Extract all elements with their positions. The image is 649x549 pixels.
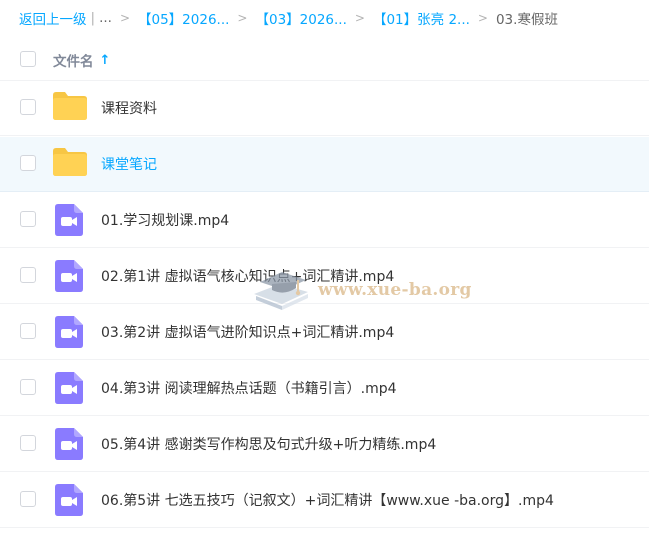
file-row[interactable]: 04.第3讲 阅读理解热点话题（书籍引言）.mp4: [0, 361, 649, 416]
file-name[interactable]: 01.学习规划课.mp4: [101, 210, 229, 230]
file-row[interactable]: 03.第2讲 虚拟语气进阶知识点+词汇精讲.mp4: [0, 305, 649, 360]
filename-column-header[interactable]: 文件名 ↑: [53, 50, 111, 71]
breadcrumb-item[interactable]: 【05】2026...: [138, 8, 229, 28]
file-name[interactable]: 04.第3讲 阅读理解热点话题（书籍引言）.mp4: [101, 378, 397, 398]
chevron-right-icon: >: [237, 11, 248, 25]
breadcrumb-item[interactable]: 【03】2026...: [255, 8, 346, 28]
chevron-right-icon: >: [354, 11, 365, 25]
file-name[interactable]: 06.第5讲 七选五技巧（记叙文）+词汇精讲【www.xue -ba.org】.…: [101, 490, 554, 510]
file-name[interactable]: 03.第2讲 虚拟语气进阶知识点+词汇精讲.mp4: [101, 322, 394, 342]
file-list-header: 文件名 ↑: [0, 40, 649, 81]
row-checkbox[interactable]: [20, 155, 36, 171]
row-checkbox[interactable]: [20, 491, 36, 507]
chevron-right-icon: >: [477, 11, 488, 25]
filename-column-label: 文件名: [53, 54, 94, 70]
video-file-icon: [55, 316, 83, 348]
file-name[interactable]: 02.第1讲 虚拟语气核心知识点+词汇精讲.mp4: [101, 266, 394, 286]
row-checkbox[interactable]: [20, 379, 36, 395]
video-file-icon: [55, 260, 83, 292]
video-file-icon: [55, 428, 83, 460]
file-name[interactable]: 课程资料: [101, 98, 157, 118]
file-row[interactable]: 02.第1讲 虚拟语气核心知识点+词汇精讲.mp4: [0, 249, 649, 304]
folder-icon: [53, 148, 87, 176]
breadcrumb-current: 03.寒假班: [495, 12, 558, 28]
file-row[interactable]: 01.学习规划课.mp4: [0, 193, 649, 248]
folder-row[interactable]: 课程资料: [0, 81, 649, 136]
breadcrumb: 返回上一级 | ... > 【05】2026... > 【03】2026... …: [19, 8, 558, 28]
video-file-icon: [55, 204, 83, 236]
video-file-icon: [55, 484, 83, 516]
row-checkbox[interactable]: [20, 267, 36, 283]
chevron-right-icon: >: [119, 11, 130, 25]
row-checkbox[interactable]: [20, 323, 36, 339]
breadcrumb-item[interactable]: 【01】张亮 2...: [373, 8, 470, 28]
row-checkbox[interactable]: [20, 99, 36, 115]
file-name[interactable]: 课堂笔记: [101, 154, 157, 174]
folder-row[interactable]: 课堂笔记: [0, 137, 649, 192]
row-checkbox[interactable]: [20, 435, 36, 451]
file-row[interactable]: 05.第4讲 感谢类写作构思及句式升级+听力精练.mp4: [0, 417, 649, 472]
select-all-checkbox[interactable]: [20, 51, 36, 67]
breadcrumb-divider: |: [90, 10, 96, 26]
arrow-up-icon[interactable]: ↑: [100, 53, 111, 68]
breadcrumb-ellipsis[interactable]: ...: [99, 10, 112, 26]
file-row[interactable]: 06.第5讲 七选五技巧（记叙文）+词汇精讲【www.xue -ba.org】.…: [0, 473, 649, 528]
video-file-icon: [55, 372, 83, 404]
row-checkbox[interactable]: [20, 211, 36, 227]
file-name[interactable]: 05.第4讲 感谢类写作构思及句式升级+听力精练.mp4: [101, 434, 436, 454]
folder-icon: [53, 92, 87, 120]
back-link[interactable]: 返回上一级: [19, 8, 87, 28]
